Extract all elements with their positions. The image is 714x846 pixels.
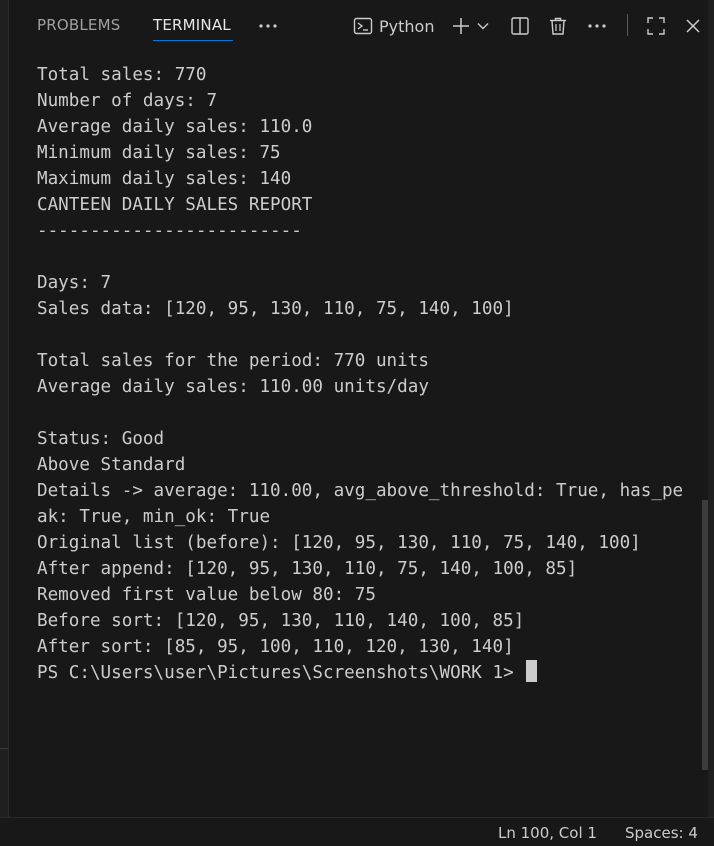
tab-problems[interactable]: PROBLEMS — [37, 16, 120, 34]
terminal-cursor — [526, 660, 538, 682]
terminal-profile-button[interactable]: Python — [353, 12, 434, 40]
maximize-panel-button[interactable] — [643, 12, 669, 40]
status-bar: Ln 100, Col 1 Spaces: 4 — [0, 817, 714, 846]
scrollbar-thumb[interactable] — [702, 500, 708, 770]
terminal-line: Status: Good — [37, 429, 165, 449]
close-panel-button[interactable] — [681, 12, 705, 40]
terminal-line: After append: [120, 95, 130, 110, 75, 14… — [37, 559, 578, 579]
terminal-line: Number of days: 7 — [37, 91, 218, 111]
ellipsis-icon — [259, 24, 277, 28]
terminal-prompt: PS C:\Users\user\Pictures\Screenshots\WO… — [37, 663, 525, 683]
terminal-line: Before sort: [120, 95, 130, 110, 140, 10… — [37, 611, 525, 631]
cursor-position-status[interactable]: Ln 100, Col 1 — [498, 824, 597, 842]
terminal-line: Average daily sales: 110.00 units/day — [37, 377, 429, 397]
terminal-output[interactable]: Total sales: 770 Number of days: 7 Avera… — [37, 62, 709, 686]
kill-terminal-button[interactable] — [545, 12, 571, 40]
terminal-line: Average daily sales: 110.0 — [37, 117, 313, 137]
terminal-scrollbar[interactable] — [700, 62, 708, 817]
more-tabs-button[interactable] — [253, 12, 283, 40]
split-terminal-button[interactable] — [507, 12, 533, 40]
panel-header: PROBLEMS TERMINAL Python — [9, 0, 709, 52]
split-icon — [511, 17, 529, 35]
plus-icon — [453, 18, 469, 34]
terminal-line: Above Standard — [37, 455, 186, 475]
terminal-line: ------------------------- — [37, 221, 302, 241]
terminal-line: Minimum daily sales: 75 — [37, 143, 281, 163]
terminal-line: ak: True, min_ok: True — [37, 507, 271, 527]
terminal-line: Maximum daily sales: 140 — [37, 169, 292, 189]
close-icon — [686, 19, 700, 33]
terminal-line: Original list (before): [120, 95, 130, 1… — [37, 533, 641, 553]
edge-mark — [0, 748, 8, 749]
terminal-dropdown-button[interactable] — [475, 12, 491, 40]
terminal-line: Details -> average: 110.00, avg_above_th… — [37, 481, 684, 501]
terminal-line: Total sales: 770 — [37, 65, 207, 85]
terminal-prompt-line[interactable]: PS C:\Users\user\Pictures\Screenshots\WO… — [37, 660, 709, 686]
terminal-line: After sort: [85, 95, 100, 110, 120, 130,… — [37, 637, 514, 657]
terminal-line: Removed first value below 80: 75 — [37, 585, 376, 605]
terminal-line: CANTEEN DAILY SALES REPORT — [37, 195, 313, 215]
more-actions-button[interactable] — [583, 12, 611, 40]
terminal-icon — [353, 17, 373, 35]
maximize-icon — [647, 17, 665, 35]
terminal-line: Sales data: [120, 95, 130, 110, 75, 140,… — [37, 299, 514, 319]
chevron-down-icon — [477, 23, 489, 30]
editor-edge — [0, 0, 8, 817]
ellipsis-icon — [588, 24, 606, 28]
tab-terminal[interactable]: TERMINAL — [153, 16, 231, 34]
toolbar-separator — [627, 14, 628, 36]
terminal-profile-label: Python — [379, 16, 435, 36]
new-terminal-button[interactable] — [449, 12, 473, 40]
terminal-panel: PROBLEMS TERMINAL Python Total sales: 77… — [8, 0, 708, 817]
active-tab-indicator — [153, 40, 233, 41]
terminal-line: Days: 7 — [37, 273, 112, 293]
terminal-line: Total sales for the period: 770 units — [37, 351, 429, 371]
trash-icon — [550, 17, 566, 35]
indentation-status[interactable]: Spaces: 4 — [625, 824, 698, 842]
